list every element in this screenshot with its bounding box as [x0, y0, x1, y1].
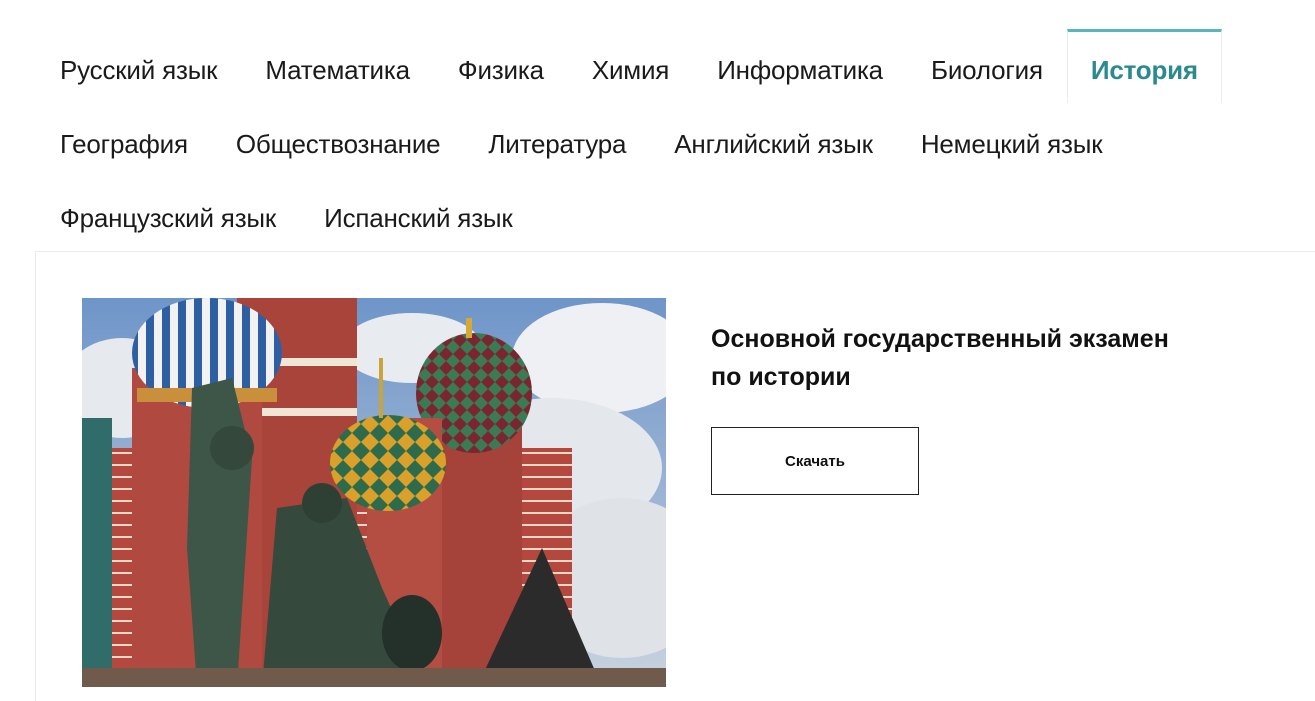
tab-german[interactable]: Немецкий язык — [897, 103, 1127, 177]
subject-tabs: Русский язык Математика Физика Химия Инф… — [36, 29, 1315, 251]
tab-social-studies[interactable]: Обществознание — [212, 103, 465, 177]
tab-panel-history: Основной государственный экзамен по исто… — [35, 251, 1315, 701]
tab-math[interactable]: Математика — [241, 29, 434, 103]
tab-russian[interactable]: Русский язык — [36, 29, 241, 103]
tab-history[interactable]: История — [1066, 29, 1222, 103]
exam-title: Основной государственный экзамен по исто… — [711, 325, 1169, 391]
tab-french[interactable]: Французский язык — [36, 177, 300, 251]
download-button[interactable]: Скачать — [711, 427, 919, 495]
tab-physics[interactable]: Физика — [434, 29, 568, 103]
tab-biology[interactable]: Биология — [907, 29, 1067, 103]
exam-info: Основной государственный экзамен по исто… — [711, 320, 1251, 495]
cathedral-photo — [82, 298, 666, 687]
tab-spanish[interactable]: Испанский язык — [300, 177, 537, 251]
tab-geography[interactable]: География — [36, 103, 212, 177]
tab-english[interactable]: Английский язык — [650, 103, 897, 177]
tab-literature[interactable]: Литература — [464, 103, 650, 177]
tab-chemistry[interactable]: Химия — [568, 29, 693, 103]
tab-informatics[interactable]: Информатика — [693, 29, 907, 103]
